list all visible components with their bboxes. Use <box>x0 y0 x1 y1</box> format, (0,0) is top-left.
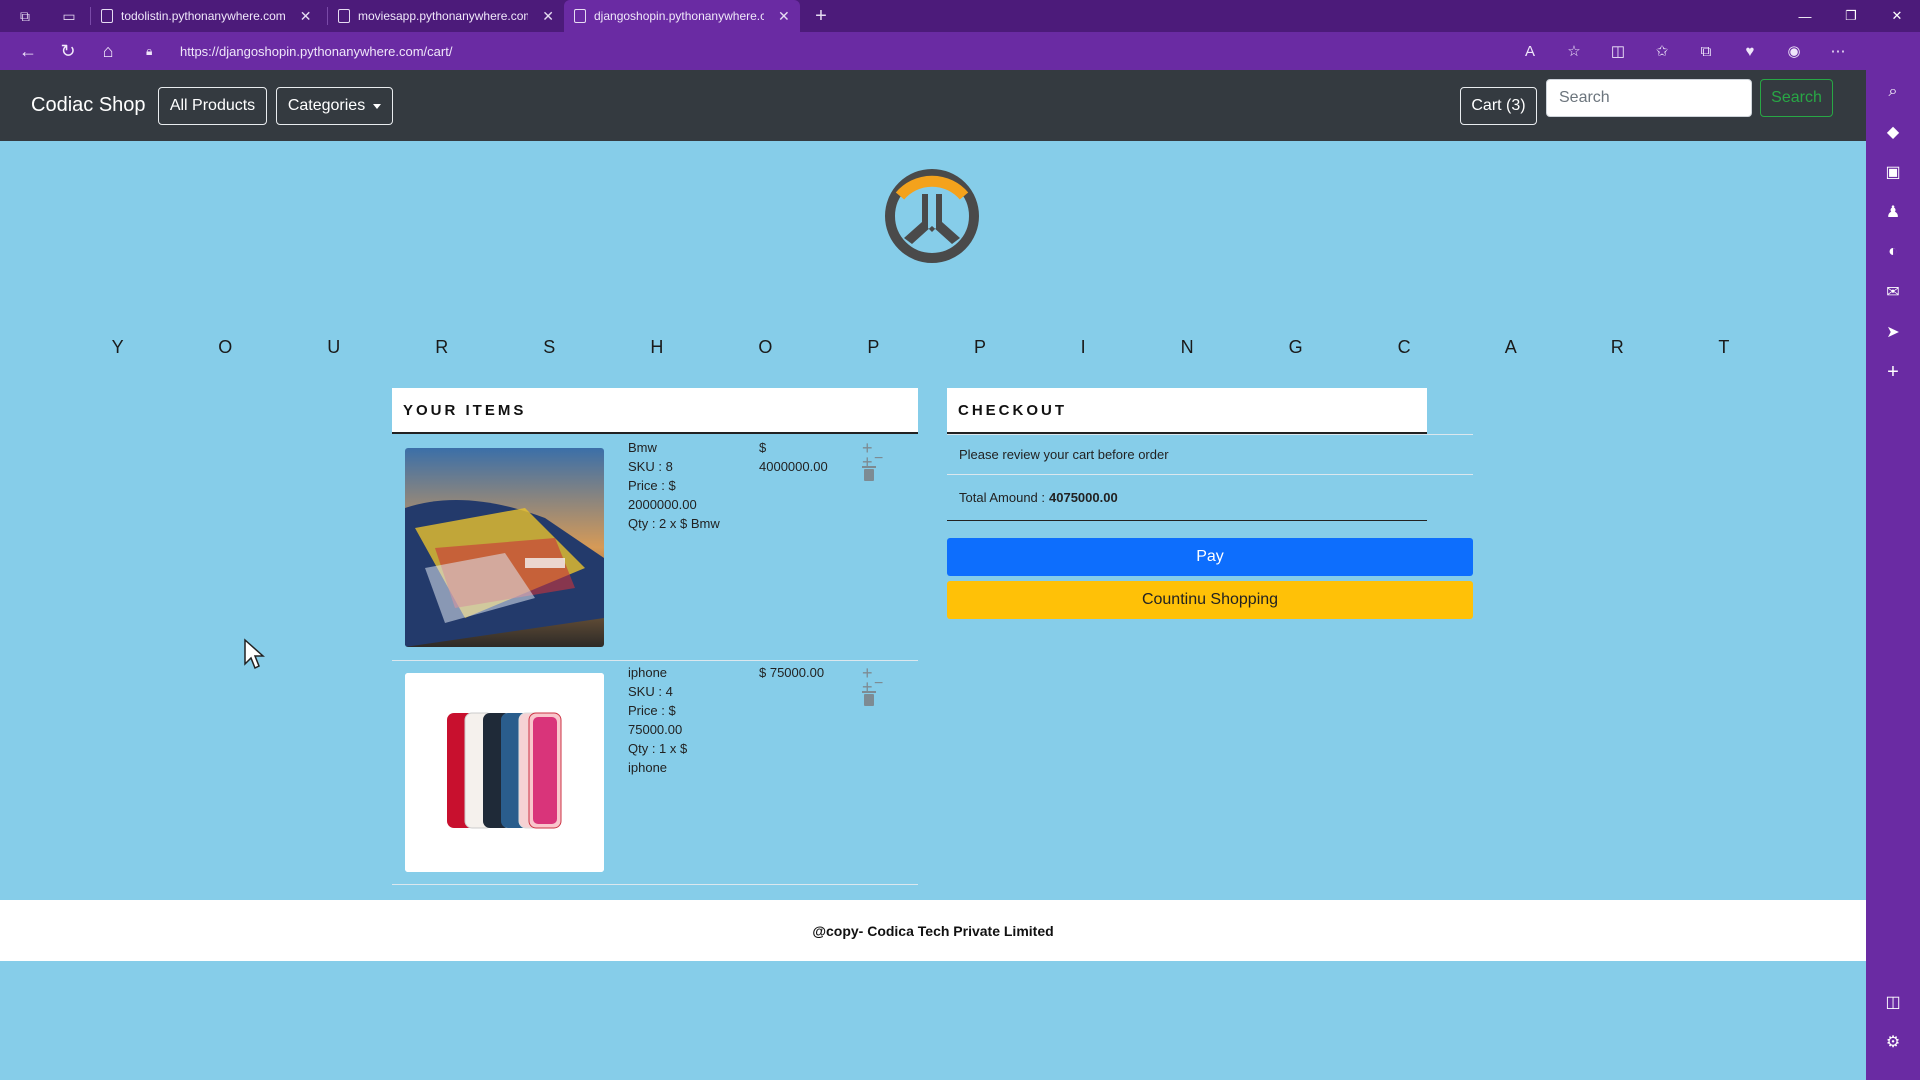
tools-icon[interactable]: ▣ <box>1879 158 1907 186</box>
cart-item-row: iphone SKU : 4 Price : $ 75000.00 Qty : … <box>392 661 918 885</box>
item-sku: SKU : 4 <box>628 684 673 699</box>
chevron-down-icon <box>373 103 382 109</box>
office-icon[interactable]: ◐ <box>1879 238 1907 266</box>
review-text: Please review your cart before order <box>959 447 1169 462</box>
checkout-total-line: Total Amound : 4075000.00 <box>947 475 1427 521</box>
all-products-button[interactable]: All Products <box>158 87 267 125</box>
sidebar-toggle-icon[interactable]: ◫ <box>1879 988 1907 1016</box>
trash-icon[interactable] <box>862 691 876 706</box>
favorite-star-icon[interactable]: ☆ <box>1552 42 1596 60</box>
outlook-icon[interactable]: ✉ <box>1879 278 1907 306</box>
shop-logo <box>885 169 979 263</box>
page-icon <box>338 9 350 23</box>
item-details: Bmw SKU : 8 Price : $ 2000000.00 Qty : 2… <box>628 438 748 533</box>
item-qty: Qty : 1 x $ <box>628 741 688 756</box>
new-tab-icon[interactable]: + <box>810 5 832 27</box>
edge-sidebar: ⌕ ◆ ▣ ♟ ◐ ✉ ➤ + ◫ ⚙ <box>1866 70 1920 1080</box>
item-actions: + + − <box>862 438 902 482</box>
item-total-prefix: $ <box>759 440 767 455</box>
site-footer: @copy- Codica Tech Private Limited <box>0 900 1866 961</box>
back-icon[interactable]: ← <box>8 32 48 70</box>
collections-icon[interactable]: ⧉ <box>1684 43 1728 60</box>
favorites-icon[interactable]: ✩ <box>1640 42 1684 60</box>
window-controls: — ❐ ✕ <box>1782 0 1920 32</box>
url-text: https://djangoshopin.pythonanywhere.com/… <box>180 43 453 59</box>
total-label: Total Amound : <box>959 490 1045 505</box>
games-icon[interactable]: ♟ <box>1879 198 1907 226</box>
item-name: Bmw <box>628 440 657 455</box>
item-price-value: 2000000.00 <box>628 497 697 512</box>
checkout-heading: CHECKOUT <box>947 388 1427 434</box>
categories-label: Categories <box>287 97 366 114</box>
workspaces-icon[interactable]: ⧉ <box>14 5 36 27</box>
item-total: $ 75000.00 <box>759 663 839 682</box>
tab-title: djangoshopin.pythonanywhere.c <box>594 9 764 23</box>
continue-shopping-button[interactable]: Countinu Shopping <box>947 581 1473 619</box>
tab-actions-icon[interactable]: ▭ <box>58 5 80 27</box>
browser-address-bar: ← ↻ ⌂ 🔒︎ https://djangoshopin.pythonanyw… <box>0 32 1920 96</box>
cart-button[interactable]: Cart (3) <box>1460 87 1537 125</box>
item-price-label: Price : $ <box>628 703 676 718</box>
settings-gear-icon[interactable]: ⚙ <box>1879 1028 1907 1056</box>
profile-icon[interactable]: ◉ <box>1772 42 1816 60</box>
item-total-value: $ 75000.00 <box>759 665 825 680</box>
item-qty-name: iphone <box>628 760 668 775</box>
mouse-cursor-icon <box>244 638 265 670</box>
health-icon[interactable]: ♥ <box>1728 43 1772 60</box>
total-value: 4075000.00 <box>1049 490 1118 505</box>
browser-tab-bar: ⧉ ▭ todolistin.pythonanywhere.com ✕ movi… <box>0 0 1920 32</box>
product-image-iphone[interactable] <box>405 673 604 872</box>
minimize-icon[interactable]: — <box>1782 0 1828 32</box>
search-input[interactable] <box>1546 79 1752 117</box>
tab-title: todolistin.pythonanywhere.com <box>121 9 286 23</box>
close-tab-icon[interactable]: ✕ <box>778 8 790 25</box>
page-icon <box>574 9 586 23</box>
shopping-icon[interactable]: ◆ <box>1879 118 1907 146</box>
lock-icon[interactable]: 🔒︎ <box>146 44 166 59</box>
product-image-bmw[interactable] <box>405 448 604 647</box>
add-icon[interactable]: + <box>1879 358 1907 386</box>
search-icon[interactable]: ⌕ <box>1879 78 1907 106</box>
more-icon[interactable]: ⋯ <box>1816 42 1860 60</box>
close-window-icon[interactable]: ✕ <box>1874 0 1920 32</box>
url-field[interactable]: 🔒︎ https://djangoshopin.pythonanywhere.c… <box>146 37 1536 65</box>
page-icon <box>101 9 113 23</box>
item-details: iphone SKU : 4 Price : $ 75000.00 Qty : … <box>628 663 748 777</box>
item-actions: + + − <box>862 663 902 707</box>
browser-toolbar: A ☆ ◫ ✩ ⧉ ♥ ◉ ⋯ <box>1508 32 1860 70</box>
drop-icon[interactable]: ➤ <box>1879 318 1907 346</box>
site-navbar: Codiac Shop All Products Categories Cart… <box>0 70 1866 141</box>
item-sku: SKU : 8 <box>628 459 673 474</box>
cart-item-row: Bmw SKU : 8 Price : $ 2000000.00 Qty : 2… <box>392 436 918 661</box>
page-viewport: Codiac Shop All Products Categories Cart… <box>0 70 1866 1080</box>
split-screen-icon[interactable]: ◫ <box>1596 42 1640 60</box>
item-price-label: Price : $ <box>628 478 676 493</box>
trash-icon[interactable] <box>862 466 876 481</box>
checkout-review-line: Please review your cart before order <box>947 434 1473 475</box>
page-title: Y O U R S H O P P I N G C A R T <box>111 337 1755 357</box>
close-tab-icon[interactable]: ✕ <box>300 8 312 25</box>
tab-moviesapp[interactable]: moviesapp.pythonanywhere.com ✕ <box>328 0 564 32</box>
tab-todolist[interactable]: todolistin.pythonanywhere.com ✕ <box>91 0 327 32</box>
brand-link[interactable]: Codiac Shop <box>31 94 146 117</box>
item-price-value: 75000.00 <box>628 722 683 737</box>
read-aloud-icon[interactable]: A <box>1508 43 1552 60</box>
tab-title: moviesapp.pythonanywhere.com <box>358 9 529 23</box>
item-total: $ 4000000.00 <box>759 438 839 476</box>
search-button[interactable]: Search <box>1760 79 1833 117</box>
restore-icon[interactable]: ❐ <box>1828 0 1874 32</box>
items-heading: YOUR ITEMS <box>392 388 918 434</box>
item-name: iphone <box>628 665 668 680</box>
home-icon[interactable]: ⌂ <box>88 32 128 70</box>
categories-dropdown[interactable]: Categories <box>276 87 393 125</box>
refresh-icon[interactable]: ↻ <box>48 32 88 70</box>
item-qty: Qty : 2 x $ Bmw <box>628 516 720 531</box>
close-tab-icon[interactable]: ✕ <box>542 8 554 25</box>
tab-djangoshopin[interactable]: djangoshopin.pythonanywhere.c ✕ <box>564 0 800 32</box>
pay-button[interactable]: Pay <box>947 538 1473 576</box>
item-total-value: 4000000.00 <box>759 459 828 474</box>
